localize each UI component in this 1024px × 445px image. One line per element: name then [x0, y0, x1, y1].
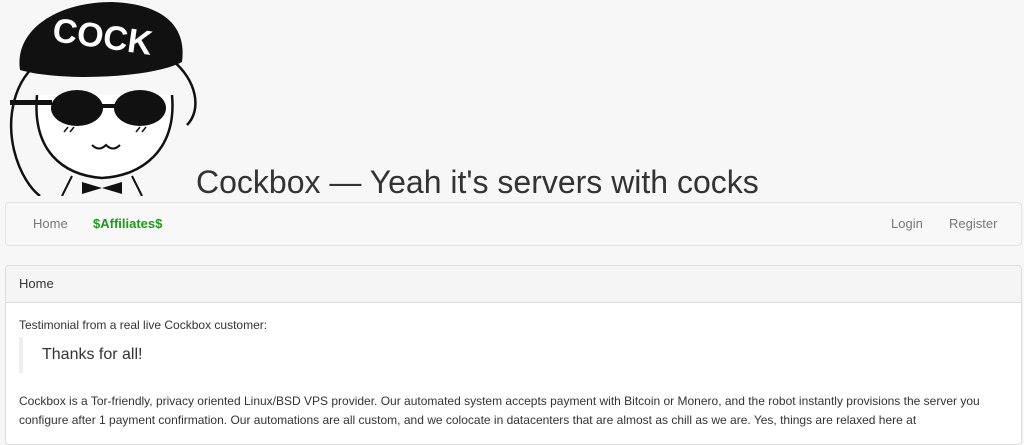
testimonial-label: Testimonial from a real live Cockbox cus…: [19, 318, 268, 332]
site-header: COCK Cockbox — Yeah it's servers with co…: [0, 0, 1024, 200]
panel-heading: Home: [6, 266, 1021, 303]
site-title: Cockbox — Yeah it's servers with cocks: [196, 164, 759, 200]
nav-affiliates-link[interactable]: $Affiliates$: [93, 203, 162, 245]
testimonial-quote: Thanks for all!: [19, 337, 719, 373]
top-navbar: Home $Affiliates$ Login Register: [5, 202, 1022, 246]
mascot-logo[interactable]: COCK: [2, 0, 202, 196]
description-text: Cockbox is a Tor-friendly, privacy orien…: [19, 394, 980, 427]
nav-login-link[interactable]: Login: [891, 203, 923, 245]
nav-home-link[interactable]: Home: [33, 203, 68, 245]
nav-register-link[interactable]: Register: [949, 203, 997, 245]
home-panel: Home Testimonial from a real live Cockbo…: [5, 265, 1022, 445]
